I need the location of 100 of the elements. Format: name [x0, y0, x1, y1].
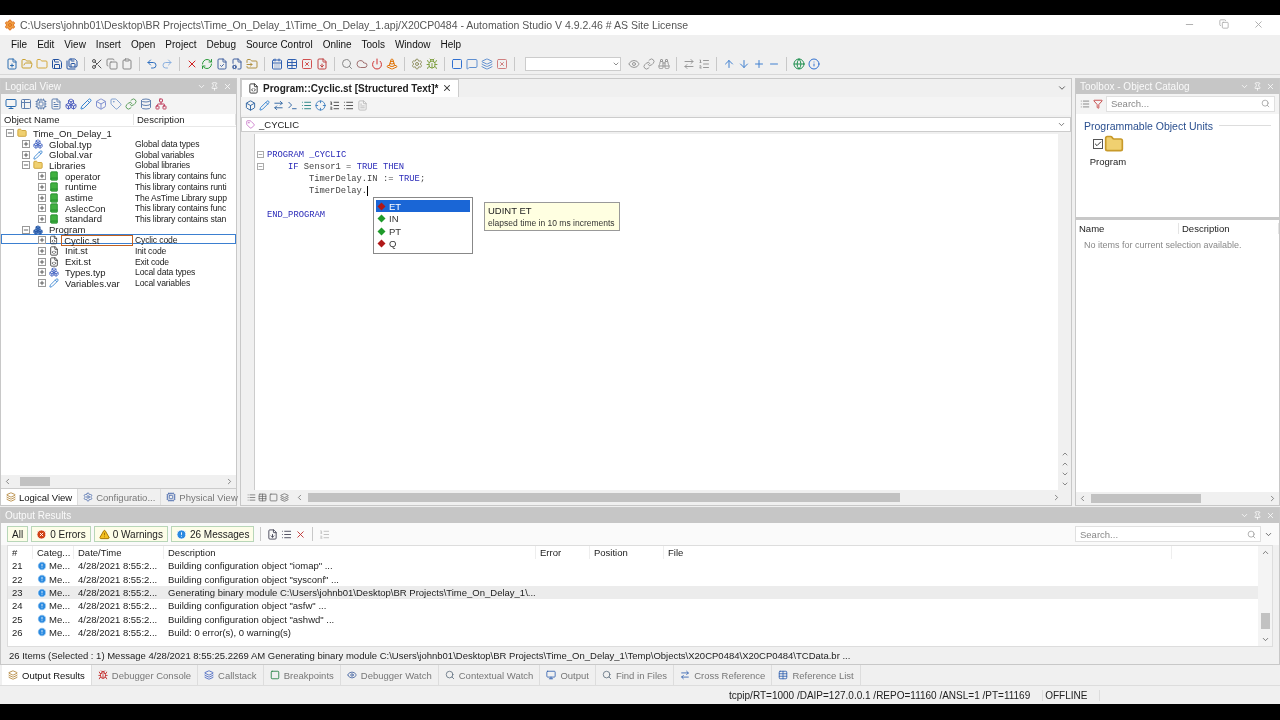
panel-tab[interactable]: Configuratio...	[78, 489, 162, 505]
expand-toggle[interactable]	[22, 225, 30, 234]
file-settings-icon[interactable]	[231, 58, 243, 71]
panel-tab[interactable]: Output Results	[2, 665, 92, 685]
scope-dropdown[interactable]: _CYCLIC	[241, 116, 1071, 132]
terminal-icon[interactable]	[287, 100, 298, 112]
list-icon[interactable]	[247, 493, 256, 502]
column-header[interactable]: Description	[134, 114, 236, 126]
layers-icon[interactable]	[481, 58, 493, 71]
bug-icon[interactable]	[426, 58, 438, 71]
arrow-down-icon[interactable]	[738, 58, 750, 71]
pencil-icon[interactable]	[259, 100, 270, 112]
table-icon[interactable]	[258, 493, 267, 502]
search-field[interactable]: Search...	[1080, 527, 1247, 541]
table-row[interactable]: 25 Me... 4/28/2021 8:55:2... Building configuration object "ashwd" ...	[8, 612, 1258, 626]
table-row[interactable]: 24 Me... 4/28/2021 8:55:2... Building configuration object "asfw" ...	[8, 599, 1258, 613]
link-icon[interactable]	[125, 97, 137, 110]
table-icon[interactable]	[20, 97, 32, 110]
eye-icon[interactable]	[628, 58, 640, 71]
chevron-right-icon[interactable]	[1268, 494, 1277, 503]
scrollbar-thumb[interactable]	[1260, 613, 1270, 629]
expand-toggle[interactable]	[22, 150, 30, 159]
close-icon[interactable]	[442, 83, 453, 94]
traffic-cone-icon[interactable]	[386, 58, 398, 71]
expand-toggle[interactable]	[38, 193, 46, 202]
pin-icon[interactable]	[1253, 81, 1262, 91]
chip-icon[interactable]	[35, 97, 47, 110]
chevron-left-icon[interactable]	[3, 477, 12, 486]
tree-item[interactable]: standard This library contains stan	[1, 212, 236, 224]
menu-item[interactable]: Tools	[356, 37, 390, 53]
expand-toggle[interactable]	[38, 279, 46, 287]
filter-button[interactable]: 0 Errors	[31, 526, 91, 542]
menu-item[interactable]: View	[59, 37, 91, 53]
autocomplete-list[interactable]: ET IN PT Q	[373, 196, 473, 254]
chevron-up-icon[interactable]	[1260, 548, 1270, 557]
filter-button[interactable]: 0 Warnings	[93, 526, 168, 542]
expand-toggle[interactable]	[38, 236, 46, 245]
list-icon[interactable]	[301, 100, 312, 112]
tag-icon[interactable]	[110, 97, 122, 110]
swap-icon[interactable]	[683, 58, 695, 71]
column-header[interactable]: Error	[536, 546, 590, 560]
redo-icon[interactable]	[161, 58, 173, 71]
toolbar-dropdown[interactable]	[525, 57, 621, 72]
tree-item[interactable]: Exit.st Exit code	[1, 255, 236, 266]
link-icon[interactable]	[643, 58, 655, 71]
list-icon[interactable]	[281, 528, 293, 540]
restore-icon[interactable]	[1219, 19, 1229, 30]
box-icon[interactable]	[245, 100, 256, 112]
search-icon[interactable]	[341, 58, 353, 71]
tree-item[interactable]: Time_On_Delay_1	[1, 126, 236, 138]
expand-toggle[interactable]	[38, 204, 46, 213]
chevron-left-icon[interactable]	[1078, 494, 1087, 503]
network-icon[interactable]	[155, 97, 167, 110]
scrollbar[interactable]	[295, 492, 1061, 503]
filter-button[interactable]: All	[7, 526, 29, 542]
expand-toggle[interactable]	[38, 172, 46, 181]
column-header[interactable]: Description	[164, 546, 536, 560]
filter-icon[interactable]	[1093, 98, 1103, 109]
undo-icon[interactable]	[146, 58, 158, 71]
binoculars-icon[interactable]	[658, 58, 670, 71]
panel-tab[interactable]: Logical View	[1, 489, 79, 505]
file-check-icon[interactable]	[216, 58, 228, 71]
expand-toggle[interactable]	[38, 257, 46, 266]
scrollbar[interactable]	[1076, 492, 1279, 505]
expand-toggle[interactable]	[38, 246, 46, 255]
autocomplete-item[interactable]: ET	[376, 199, 470, 213]
editor-tab[interactable]: Program::Cyclic.st [Structured Text]*	[241, 78, 460, 97]
catalog-item-label[interactable]: Program	[1089, 155, 1127, 167]
tree-item[interactable]: Types.typ Local data types	[1, 265, 236, 277]
chevron-down-icon[interactable]	[1260, 635, 1270, 644]
arrow-up-icon[interactable]	[723, 58, 735, 71]
globe-icon[interactable]	[793, 58, 805, 71]
plus-icon[interactable]	[753, 58, 765, 71]
boxes-icon[interactable]	[65, 97, 77, 110]
pin-icon[interactable]	[210, 81, 219, 91]
chevron-right-icon[interactable]	[225, 477, 234, 486]
table-row[interactable]: 23 Me... 4/28/2021 8:55:2... Generating binary module C:\Users\johnb01\Desktop\BR Projects\Time_On_Delay_1\...	[8, 585, 1258, 600]
table-row[interactable]: 26 Me... 4/28/2021 8:55:2... Build: 0 error(s), 0 warning(s)	[8, 625, 1258, 640]
column-header[interactable]: File	[664, 546, 1172, 560]
folder-import-icon[interactable]	[246, 58, 258, 71]
expand-toggle[interactable]	[6, 129, 14, 138]
checkbox[interactable]	[1092, 138, 1103, 149]
menu-item[interactable]: Help	[435, 37, 467, 53]
autocomplete-item[interactable]: Q	[376, 237, 470, 250]
fold-toggle[interactable]	[257, 151, 264, 159]
scrollbar[interactable]	[1058, 133, 1071, 490]
pin-icon[interactable]	[1253, 511, 1262, 520]
gear-icon[interactable]	[411, 58, 423, 71]
autocomplete-item[interactable]: PT	[376, 224, 470, 238]
box-icon[interactable]	[95, 97, 107, 110]
expand-toggle[interactable]	[22, 161, 30, 170]
column-header[interactable]: Description	[1179, 223, 1279, 235]
expand-toggle[interactable]	[38, 268, 46, 277]
indent-icon[interactable]	[329, 100, 340, 112]
column-header[interactable]: Position	[590, 546, 664, 560]
refresh-icon[interactable]	[201, 58, 213, 71]
menu-item[interactable]: Edit	[32, 37, 60, 53]
chevron-left-icon[interactable]	[295, 493, 304, 502]
autocomplete-item[interactable]: IN	[376, 212, 470, 225]
cloud-icon[interactable]	[356, 58, 368, 71]
